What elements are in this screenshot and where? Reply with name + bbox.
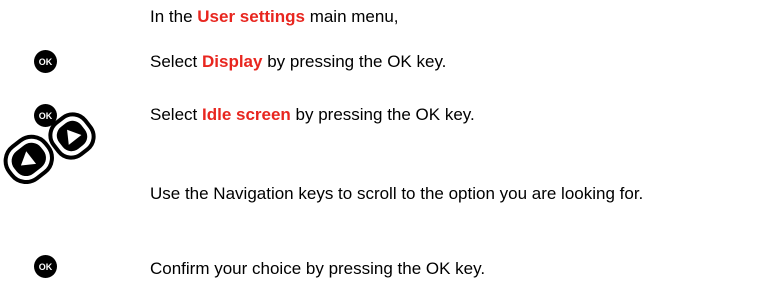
- navigation-keys-icon: [3, 112, 96, 184]
- ok-key-icon: OK: [34, 255, 57, 278]
- step-2-text: Select Display by pressing the OK key.: [150, 52, 446, 72]
- step-1-after: main menu,: [304, 7, 399, 26]
- step-4-text: Use the Navigation keys to scroll to the…: [150, 184, 644, 203]
- step-2-highlight: Display: [201, 52, 263, 71]
- step-3-after: by pressing the OK key.: [290, 105, 475, 124]
- step-1-before: In the: [150, 7, 198, 26]
- ok-key-icon: OK: [34, 50, 57, 73]
- step-1-highlight: User settings: [197, 7, 305, 26]
- step-3-highlight: Idle screen: [201, 105, 291, 124]
- step-5-text: Confirm your choice by pressing the OK k…: [150, 259, 486, 278]
- step-2-after: by pressing the OK key.: [262, 52, 447, 71]
- step-3-before: Select: [150, 105, 202, 124]
- step-2-before: Select: [150, 52, 202, 71]
- step-3-text: Select Idle screen by pressing the OK ke…: [150, 105, 475, 125]
- step-1-text: In the User settings main menu,: [150, 7, 399, 27]
